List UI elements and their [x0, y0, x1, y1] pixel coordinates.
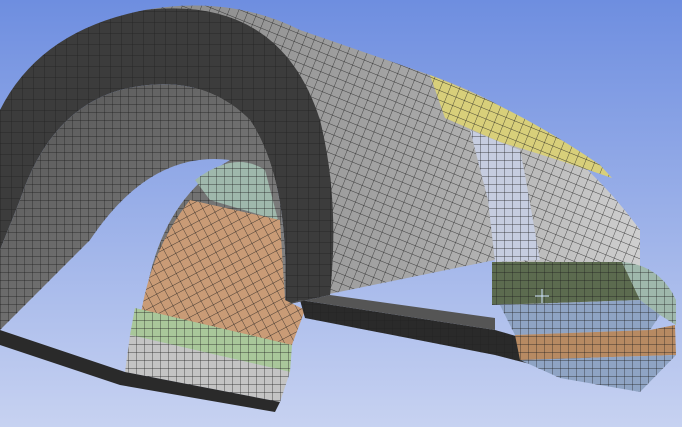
graphics-viewport[interactable] [0, 0, 682, 427]
small-blue-block-mesh [500, 300, 660, 335]
mesh-model-view[interactable] [0, 0, 682, 427]
dark-green-block-mesh [492, 262, 640, 305]
